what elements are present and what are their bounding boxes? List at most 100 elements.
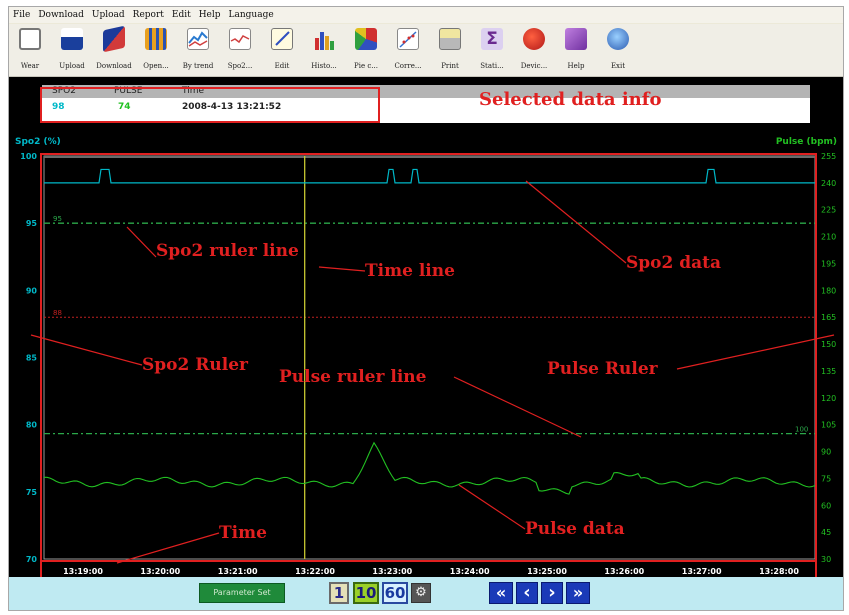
pulse-tick-label-3: 210 — [821, 233, 836, 242]
edit-note-icon — [271, 28, 293, 50]
pulse-tick-label-0: 255 — [821, 152, 836, 161]
download-label: Download — [96, 62, 132, 70]
spo2-label: Spo2... — [227, 62, 253, 70]
first-page-button[interactable]: « — [489, 582, 513, 604]
correlation-label: Corre... — [394, 62, 422, 70]
trend-chart-area[interactable]: SPO2 PULSE Time 98 74 2008-4-13 13:21:52… — [9, 77, 843, 579]
spo2-data-callout: Spo2 data — [626, 253, 722, 273]
help-button[interactable]: Help — [561, 26, 591, 74]
spo2-tick-label-0: 100 — [20, 152, 37, 161]
time-line-callout: Time line — [365, 261, 455, 281]
pulse-tick-label-7: 150 — [821, 340, 836, 349]
spo2-tick-label-3: 85 — [26, 354, 38, 363]
spo2-tick-label-4: 80 — [26, 421, 38, 430]
zoom-10-button[interactable]: 10 — [353, 582, 379, 604]
clipboard-icon — [19, 28, 41, 50]
pulse-ruler-line-callout: Pulse ruler line — [279, 367, 427, 387]
pulse-tick-label-5: 180 — [821, 286, 836, 295]
pulse-tick-label-8: 135 — [821, 367, 836, 376]
last-page-button[interactable]: » — [566, 582, 590, 604]
next-page-button[interactable]: › — [541, 582, 563, 604]
printer-icon — [439, 28, 461, 50]
help-label: Help — [567, 62, 585, 70]
book-download-icon — [103, 25, 125, 53]
edit-button[interactable]: Edit — [267, 26, 297, 74]
menu-upload[interactable]: Upload — [88, 8, 129, 22]
upload-button[interactable]: Upload — [57, 26, 87, 74]
toolbar: Wear Upload Download Open... By trend Sp… — [9, 24, 843, 77]
statistics-button[interactable]: Σ Stati... — [477, 26, 507, 74]
pulse-tick-label-6: 165 — [821, 313, 836, 322]
chevron-left-icon: ‹ — [523, 582, 531, 603]
spo2-tick-label-2: 90 — [26, 286, 38, 295]
spo2-ruler-line-callout: Spo2 ruler line — [156, 241, 299, 261]
spo2-tick-label-1: 95 — [26, 219, 38, 228]
zoom-1-button[interactable]: 1 — [329, 582, 349, 604]
menu-file[interactable]: File — [9, 8, 34, 22]
menu-bar: File Download Upload Report Edit Help La… — [9, 7, 843, 23]
correlation-button[interactable]: Corre... — [393, 26, 423, 74]
previous-page-button[interactable]: ‹ — [516, 582, 538, 604]
pulse-tick-label-14: 45 — [821, 528, 831, 537]
pulse-tick-label-1: 240 — [821, 179, 836, 188]
edit-label: Edit — [274, 62, 290, 70]
double-chevron-right-icon: » — [572, 583, 584, 602]
open-button[interactable]: Open... — [141, 26, 171, 74]
histogram-button[interactable]: Histo... — [309, 26, 339, 74]
gear-icon: ⚙ — [415, 585, 427, 600]
pie-chart-icon — [355, 28, 377, 50]
pulse-data-callout: Pulse data — [525, 519, 625, 539]
menu-report[interactable]: Report — [129, 8, 168, 22]
histogram-icon — [313, 28, 335, 50]
spo2-tick-label-6: 70 — [26, 555, 38, 564]
pie-chart-label: Pie c... — [354, 62, 378, 70]
person-upload-icon — [61, 28, 83, 50]
wear-label: Wear — [20, 62, 40, 70]
pulse-ruler-callout: Pulse Ruler — [547, 359, 658, 379]
help-book-icon — [565, 28, 587, 50]
menu-download[interactable]: Download — [34, 8, 88, 22]
parameter-set-button[interactable]: Parameter Set — [199, 583, 285, 603]
statistics-label: Stati... — [480, 62, 504, 70]
spo2-ruler-callout: Spo2 Ruler — [142, 355, 248, 375]
exit-button[interactable]: Exit — [603, 26, 633, 74]
zoom-60-button[interactable]: 60 — [382, 582, 408, 604]
download-button[interactable]: Download — [96, 25, 132, 74]
histogram-label: Histo... — [311, 62, 337, 70]
time-callout: Time — [219, 523, 267, 543]
spo2-tick-label-5: 75 — [26, 488, 38, 497]
menu-help[interactable]: Help — [195, 8, 225, 22]
app-window: File Download Upload Report Edit Help La… — [8, 6, 844, 611]
upload-label: Upload — [59, 62, 85, 70]
pie-chart-button[interactable]: Pie c... — [351, 26, 381, 74]
spo2-chart-icon — [229, 28, 251, 50]
by-trend-label: By trend — [182, 62, 214, 70]
device-info-icon — [523, 28, 545, 50]
menu-language[interactable]: Language — [225, 8, 278, 22]
pulse-tick-label-9: 120 — [821, 394, 836, 403]
pulse-tick-label-12: 75 — [821, 474, 831, 483]
trend-chart-icon — [187, 28, 209, 50]
sigma-statistics-icon: Σ — [481, 28, 503, 50]
exit-icon — [607, 28, 629, 50]
double-chevron-left-icon: « — [495, 583, 507, 602]
device-label: Devic... — [520, 62, 548, 70]
pulse-tick-label-4: 195 — [821, 259, 836, 268]
menu-edit[interactable]: Edit — [168, 8, 195, 22]
device-button[interactable]: Devic... — [519, 26, 549, 74]
pulse-tick-label-15: 30 — [821, 555, 831, 564]
spo2-button[interactable]: Spo2... — [225, 26, 255, 74]
bottom-control-bar: Parameter Set 1 10 60 ⚙ « ‹ › » — [9, 577, 843, 610]
exit-label: Exit — [610, 62, 626, 70]
by-trend-button[interactable]: By trend — [183, 26, 213, 74]
print-button[interactable]: Print — [435, 26, 465, 74]
pulse-tick-label-13: 60 — [821, 501, 831, 510]
settings-gear-button[interactable]: ⚙ — [411, 583, 431, 603]
pulse-tick-label-11: 90 — [821, 448, 831, 457]
open-label: Open... — [143, 62, 169, 70]
pulse-tick-label-2: 225 — [821, 206, 836, 215]
print-label: Print — [441, 62, 459, 70]
correlation-icon — [397, 28, 419, 50]
wear-button[interactable]: Wear — [15, 26, 45, 74]
people-open-icon — [145, 28, 167, 50]
